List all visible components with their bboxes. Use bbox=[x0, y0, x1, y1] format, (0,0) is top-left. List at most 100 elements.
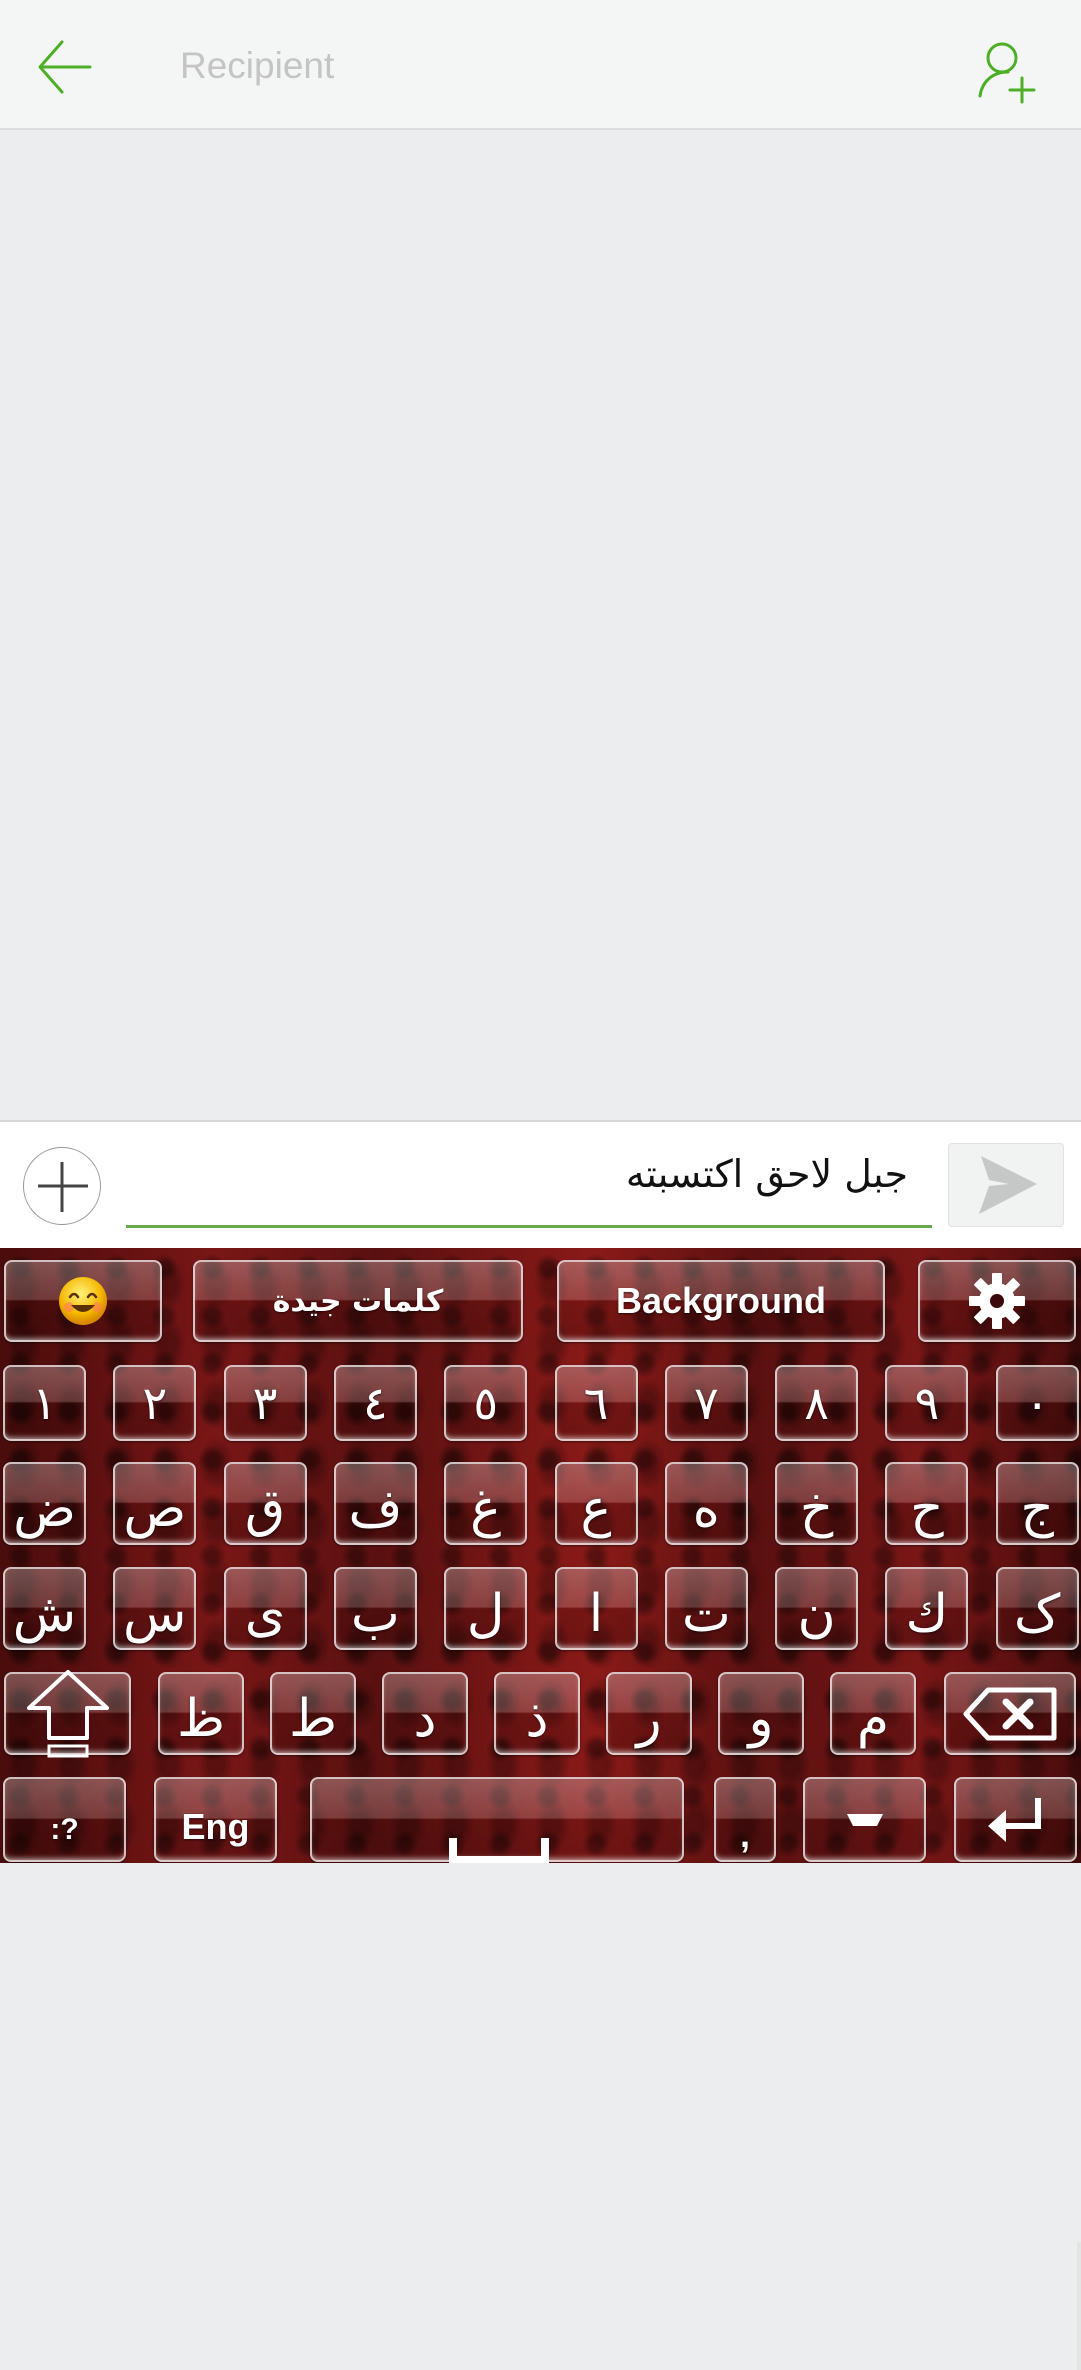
message-text: جبل لاحق اكتسبته bbox=[625, 1152, 908, 1196]
comma-key[interactable]: , bbox=[714, 1777, 776, 1862]
background-key[interactable]: Background bbox=[557, 1260, 885, 1342]
smiley-emoji-icon bbox=[59, 1277, 107, 1325]
letter-key[interactable]: ک bbox=[995, 1567, 1079, 1650]
letter-key[interactable]: ى bbox=[223, 1567, 307, 1650]
letter-key[interactable]: ح bbox=[885, 1462, 969, 1545]
plus-circle-icon bbox=[38, 1162, 88, 1212]
key-label: ه bbox=[692, 1478, 720, 1539]
key-label: ٧ bbox=[693, 1376, 719, 1430]
letter-key[interactable]: ر bbox=[606, 1672, 692, 1755]
add-contact-button[interactable] bbox=[972, 38, 1038, 104]
key-label: ت bbox=[681, 1583, 731, 1644]
message-input[interactable]: جبل لاحق اكتسبته bbox=[126, 1144, 932, 1228]
letter-key[interactable]: ظ bbox=[158, 1672, 244, 1755]
letter-key[interactable]: ط bbox=[270, 1672, 356, 1755]
letter-key[interactable]: ه bbox=[664, 1462, 748, 1545]
letter-key[interactable]: ت bbox=[664, 1567, 748, 1650]
number-key[interactable]: ٥ bbox=[444, 1365, 528, 1441]
backspace-key[interactable] bbox=[944, 1672, 1076, 1755]
recipient-input[interactable] bbox=[178, 38, 882, 94]
number-key[interactable]: ١ bbox=[3, 1365, 86, 1441]
letter-key[interactable]: ذ bbox=[494, 1672, 580, 1755]
person-add-icon bbox=[978, 42, 1036, 104]
number-key[interactable]: ٣ bbox=[223, 1365, 307, 1441]
letter-key[interactable]: ق bbox=[223, 1462, 307, 1545]
key-label: ل bbox=[466, 1583, 505, 1644]
key-label: م bbox=[856, 1688, 890, 1749]
key-label: ٨ bbox=[804, 1376, 829, 1430]
key-label: ف bbox=[348, 1478, 403, 1539]
key-label: ذ bbox=[525, 1688, 549, 1749]
letter-key[interactable]: ا bbox=[554, 1567, 638, 1650]
key-label: د bbox=[413, 1688, 437, 1749]
key-label: ش bbox=[12, 1583, 77, 1644]
letter-key[interactable]: ع bbox=[554, 1462, 638, 1545]
letter-key[interactable]: ص bbox=[113, 1462, 197, 1545]
letter-key[interactable]: خ bbox=[775, 1462, 859, 1545]
letter-key[interactable]: ل bbox=[444, 1567, 528, 1650]
letter-key[interactable]: و bbox=[718, 1672, 804, 1755]
key-label: ع bbox=[580, 1478, 612, 1539]
key-label: و bbox=[748, 1688, 774, 1749]
letter-key[interactable]: ك bbox=[885, 1567, 969, 1650]
symbols-key[interactable]: :? bbox=[3, 1777, 126, 1862]
key-label: ٠ bbox=[1024, 1376, 1050, 1430]
key-label: ک bbox=[1013, 1583, 1061, 1644]
key-label: ى bbox=[244, 1583, 286, 1644]
letter-key[interactable]: ف bbox=[333, 1462, 417, 1545]
number-key[interactable]: ٦ bbox=[554, 1365, 638, 1441]
letter-key[interactable]: ض bbox=[3, 1462, 86, 1545]
suggestions-label: كلمات جيدة bbox=[272, 1283, 444, 1319]
key-label: ظ bbox=[176, 1688, 226, 1749]
tatweel-icon bbox=[846, 1813, 883, 1826]
letter-key[interactable]: ب bbox=[333, 1567, 417, 1650]
key-label: ٣ bbox=[252, 1376, 278, 1430]
key-label: ض bbox=[13, 1478, 76, 1539]
number-key[interactable]: ٢ bbox=[113, 1365, 197, 1441]
space-bar-icon bbox=[449, 1838, 549, 1863]
gear-icon bbox=[969, 1273, 1025, 1329]
settings-key[interactable] bbox=[918, 1260, 1076, 1342]
letter-key[interactable]: د bbox=[382, 1672, 468, 1755]
number-key[interactable]: ٤ bbox=[333, 1365, 417, 1441]
number-key[interactable]: ٧ bbox=[664, 1365, 748, 1441]
send-button[interactable] bbox=[948, 1143, 1064, 1227]
arrow-left-icon bbox=[38, 40, 92, 94]
backspace-icon bbox=[963, 1687, 1057, 1740]
letter-key[interactable]: م bbox=[830, 1672, 916, 1755]
key-label: ك bbox=[905, 1583, 949, 1644]
enter-return-icon bbox=[987, 1797, 1041, 1842]
space-key[interactable] bbox=[310, 1777, 684, 1863]
emoji-key[interactable] bbox=[4, 1260, 162, 1342]
tatweel-key[interactable] bbox=[803, 1777, 926, 1862]
letter-key[interactable]: ن bbox=[775, 1567, 859, 1650]
shift-key[interactable] bbox=[4, 1669, 131, 1757]
attach-button[interactable] bbox=[23, 1147, 101, 1225]
send-arrow-icon bbox=[979, 1156, 1037, 1214]
key-label: ا bbox=[588, 1583, 604, 1644]
number-key[interactable]: ٩ bbox=[885, 1365, 969, 1441]
language-key[interactable]: Eng bbox=[154, 1777, 277, 1862]
key-label: ن bbox=[797, 1583, 836, 1644]
number-key[interactable]: ٨ bbox=[775, 1365, 859, 1441]
number-key[interactable]: ٠ bbox=[995, 1365, 1079, 1441]
key-label: ب bbox=[350, 1583, 400, 1644]
app-header bbox=[0, 0, 1081, 130]
key-label: ص bbox=[123, 1478, 187, 1539]
key-label: خ bbox=[799, 1478, 834, 1539]
letter-key[interactable]: غ bbox=[444, 1462, 528, 1545]
conversation-area bbox=[0, 130, 1081, 1120]
key-label: ر bbox=[636, 1688, 662, 1749]
letter-key[interactable]: ج bbox=[995, 1462, 1079, 1545]
letter-key[interactable]: ش bbox=[3, 1567, 86, 1650]
key-label: ح bbox=[910, 1478, 944, 1539]
background-label: Background bbox=[615, 1280, 827, 1321]
enter-key[interactable] bbox=[954, 1777, 1077, 1862]
back-button[interactable] bbox=[36, 36, 98, 98]
letter-key[interactable]: س bbox=[113, 1567, 197, 1650]
key-label: ق bbox=[244, 1478, 286, 1539]
suggestions-key[interactable]: كلمات جيدة bbox=[193, 1260, 523, 1342]
shift-arrow-icon bbox=[26, 1669, 109, 1757]
key-label: ٦ bbox=[583, 1376, 609, 1430]
key-label: ٩ bbox=[914, 1376, 940, 1430]
